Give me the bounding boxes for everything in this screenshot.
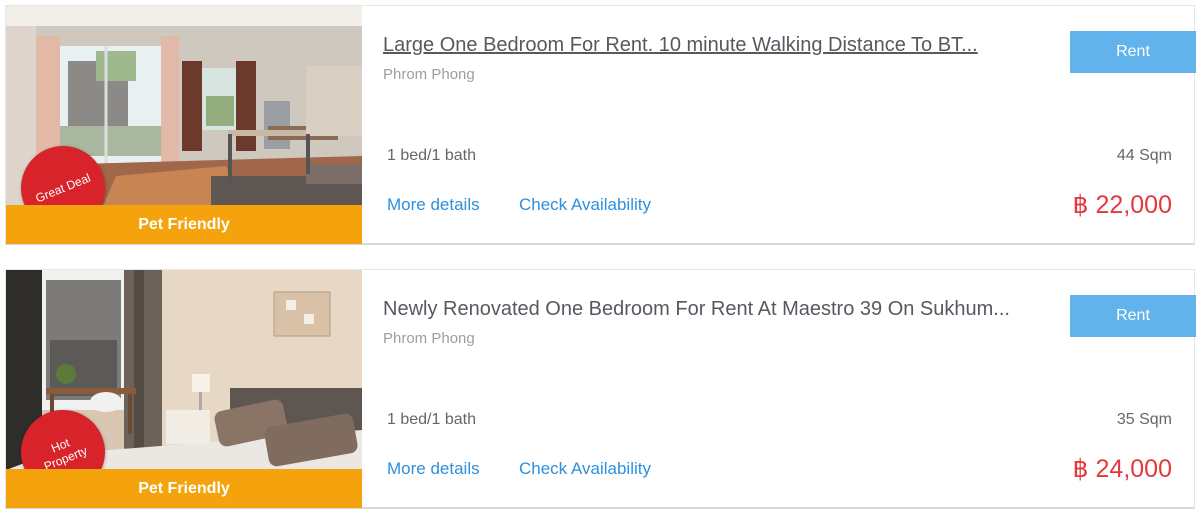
listing-beds-baths: 1 bed/1 bath bbox=[387, 147, 476, 164]
listing-size: 44 Sqm bbox=[1116, 147, 1172, 164]
listing-location: Phrom Phong bbox=[383, 66, 475, 83]
more-details-link[interactable]: More details bbox=[387, 459, 480, 479]
listing-card: Hot Property Pet Friendly Newly Renovate… bbox=[5, 269, 1196, 509]
check-availability-link[interactable]: Check Availability bbox=[519, 195, 651, 215]
more-details-link[interactable]: More details bbox=[387, 195, 480, 215]
check-availability-link[interactable]: Check Availability bbox=[519, 459, 651, 479]
listing-location: Phrom Phong bbox=[383, 330, 475, 347]
listing-price: ฿ 22,000 bbox=[1072, 191, 1172, 219]
listing-card: Great Deal Pet Friendly Large One Bedroo… bbox=[5, 5, 1196, 245]
rent-button[interactable]: Rent bbox=[1070, 31, 1196, 73]
listing-title-link[interactable]: Large One Bedroom For Rent. 10 minute Wa… bbox=[383, 34, 1043, 57]
listing-size: 35 Sqm bbox=[1116, 411, 1172, 428]
listing-beds-baths: 1 bed/1 bath bbox=[387, 411, 476, 428]
rent-button[interactable]: Rent bbox=[1070, 295, 1196, 337]
listing-photo[interactable]: Hot Property Pet Friendly bbox=[6, 270, 362, 508]
listing-photo[interactable]: Great Deal Pet Friendly bbox=[6, 6, 362, 244]
listing-price: ฿ 24,000 bbox=[1072, 455, 1172, 483]
pet-friendly-ribbon: Pet Friendly bbox=[6, 469, 362, 508]
listing-title-link[interactable]: Newly Renovated One Bedroom For Rent At … bbox=[383, 298, 1043, 321]
pet-friendly-ribbon: Pet Friendly bbox=[6, 205, 362, 244]
